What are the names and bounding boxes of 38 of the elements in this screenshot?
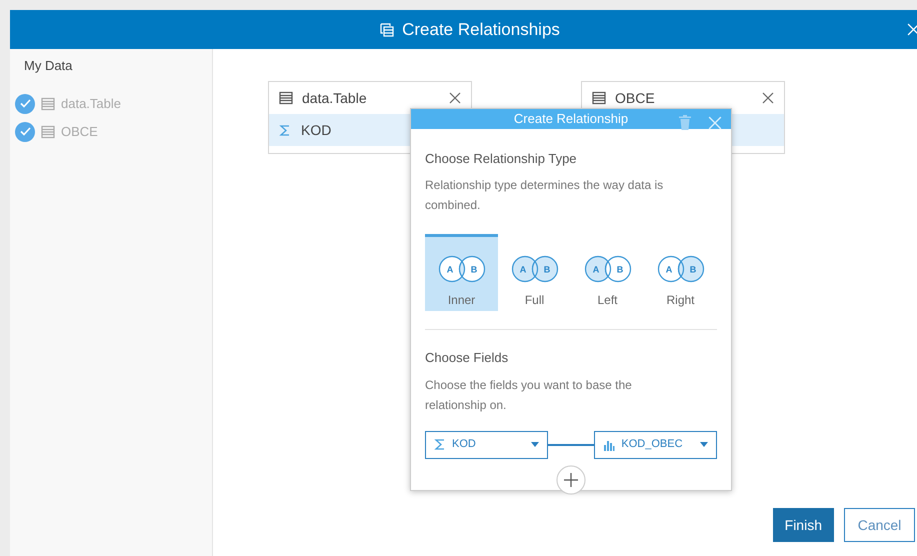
sidebar-item[interactable]: OBCE (10, 118, 212, 146)
dataset-title: data.Table (302, 88, 368, 108)
relationship-type-tab[interactable]: A B Full (498, 234, 571, 311)
section-heading: Choose Relationship Type (425, 150, 578, 168)
checkbox-icon[interactable] (15, 94, 35, 114)
checkbox-icon[interactable] (15, 122, 35, 142)
sidebar-heading: My Data (23, 57, 74, 75)
section-description: Relationship type determines the way data is combined. (425, 177, 664, 214)
table-icon (41, 124, 55, 138)
sigma-icon (279, 124, 291, 136)
sigma-icon (434, 438, 446, 451)
field-name: KOD (301, 120, 332, 140)
section-description: Choose the fields you want to base the relationship on. (425, 376, 633, 414)
field-dropdown[interactable]: KOD_OBEC (594, 430, 717, 458)
popup-title: Create Relationship (514, 110, 628, 128)
trash-icon[interactable] (679, 115, 691, 130)
sidebar-item[interactable]: data.Table (10, 90, 212, 118)
bar-chart-icon (603, 438, 616, 450)
close-icon[interactable] (449, 92, 461, 104)
table-icon (41, 96, 55, 110)
relationship-type-tab[interactable]: A B Inner (425, 234, 498, 311)
field-dropdown[interactable]: KOD (425, 430, 548, 458)
section-heading: Choose Fields (425, 349, 510, 367)
dialog-title: Create Relationships (402, 18, 560, 41)
relationship-type-tab[interactable]: A B Left (571, 234, 644, 311)
dataset-title: OBCE (615, 88, 656, 108)
add-icon[interactable] (556, 464, 586, 494)
table-icon (380, 22, 394, 36)
close-icon[interactable] (762, 92, 774, 104)
caret-icon (700, 442, 708, 447)
finish-button[interactable]: Finish (772, 508, 834, 542)
relationship-type-tab[interactable]: A B Right (644, 234, 717, 311)
dataset-name: data.Table (61, 94, 121, 113)
cancel-button[interactable]: Cancel (844, 508, 915, 542)
table-icon (592, 91, 606, 105)
caret-icon (530, 442, 539, 447)
dataset-name: OBCE (61, 122, 98, 141)
table-icon (279, 91, 293, 105)
